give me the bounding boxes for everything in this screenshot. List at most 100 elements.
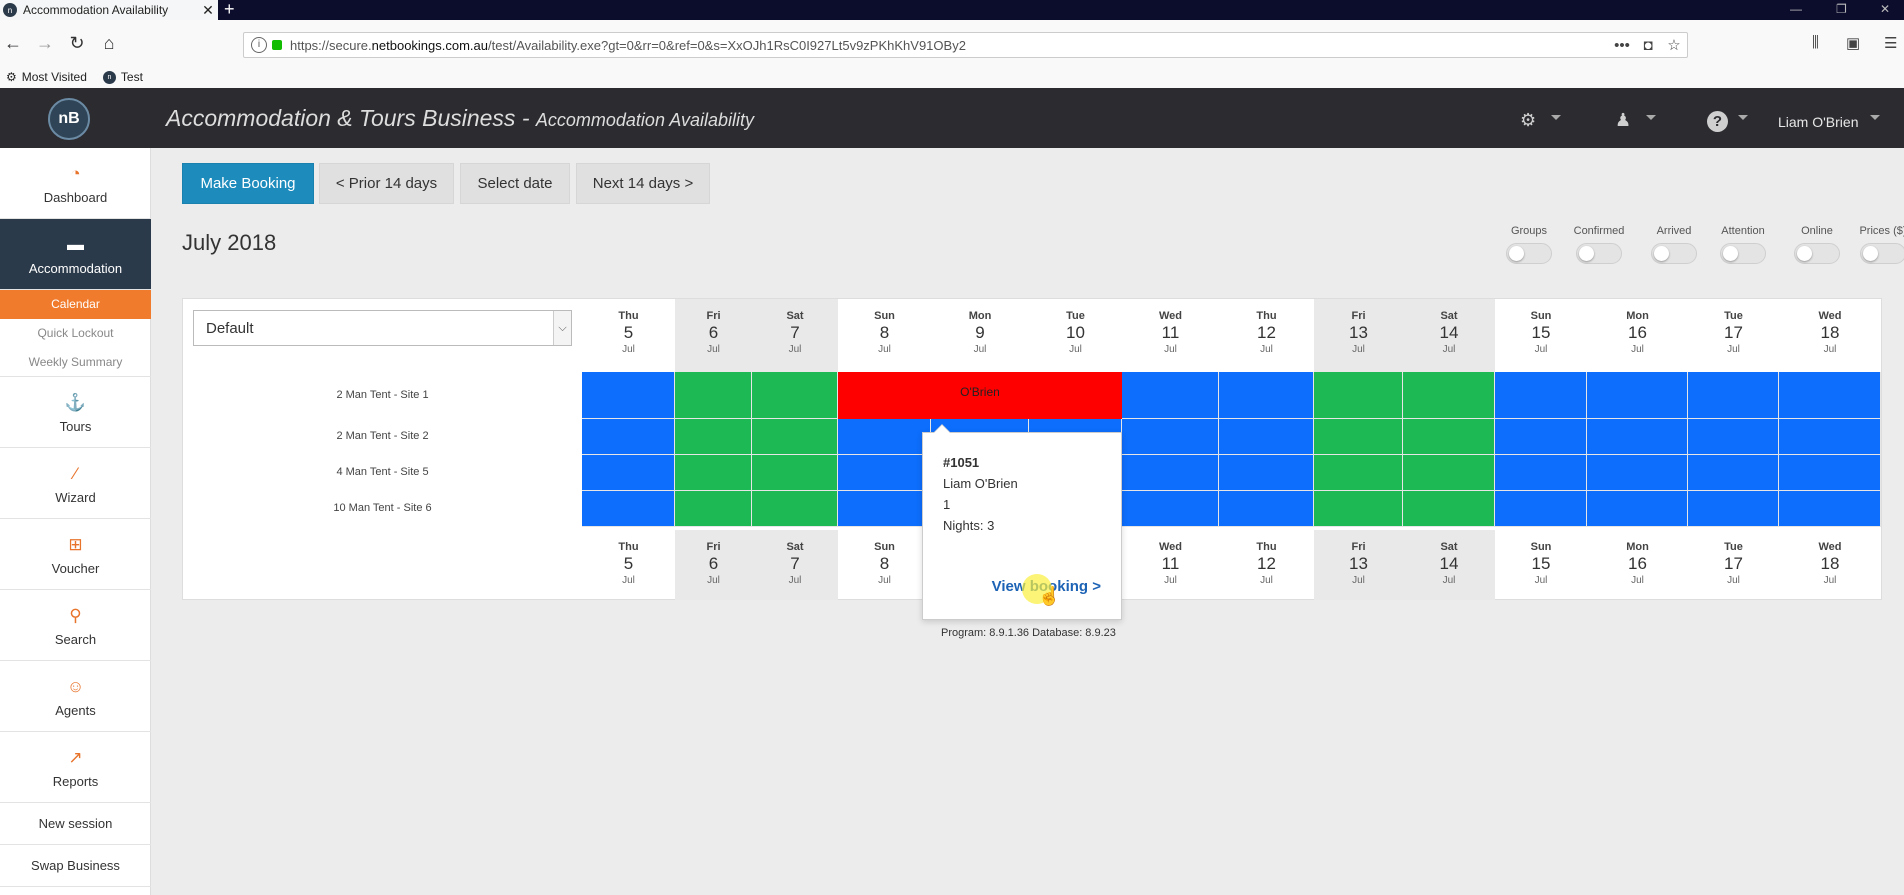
availability-cell[interactable]: [1587, 372, 1688, 419]
availability-cell[interactable]: [1122, 372, 1219, 419]
view-select[interactable]: Default ⌵: [193, 310, 572, 346]
availability-cell[interactable]: [582, 491, 675, 527]
availability-cell[interactable]: [752, 372, 838, 419]
availability-cell[interactable]: [1219, 372, 1314, 419]
bookmark-most-visited[interactable]: ⚙ Most Visited: [6, 70, 87, 84]
sidebar-item-agents[interactable]: ☺ Agents: [0, 661, 151, 732]
filter-toggle[interactable]: [1860, 243, 1904, 264]
availability-cell[interactable]: [1688, 419, 1779, 455]
availability-cell[interactable]: [1779, 372, 1881, 419]
availability-cell[interactable]: [1587, 419, 1688, 455]
help-caret-icon[interactable]: [1738, 115, 1748, 120]
home-icon[interactable]: ⌂: [96, 30, 122, 56]
minimize-icon[interactable]: —: [1790, 0, 1802, 20]
availability-cell[interactable]: [1403, 491, 1495, 527]
availability-cell[interactable]: [752, 491, 838, 527]
filter-toggle[interactable]: [1720, 243, 1766, 264]
availability-cell[interactable]: [838, 491, 931, 527]
availability-cell[interactable]: [1403, 372, 1495, 419]
url-bar[interactable]: i https://secure.netbookings.com.au/test…: [243, 32, 1688, 58]
settings-caret-icon[interactable]: [1551, 115, 1561, 120]
reload-icon[interactable]: ↻: [64, 30, 90, 56]
availability-cell[interactable]: [1688, 372, 1779, 419]
availability-cell[interactable]: [1495, 419, 1587, 455]
availability-cell[interactable]: [582, 372, 675, 419]
sidebar-subitem-weekly-summary[interactable]: Weekly Summary: [0, 348, 151, 377]
availability-cell[interactable]: [1688, 491, 1779, 527]
availability-cell[interactable]: [1219, 455, 1314, 491]
sidebar-item-search[interactable]: ⚲ Search: [0, 590, 151, 661]
sidebar-item-dashboard[interactable]: ◔ Dashboard: [0, 148, 151, 219]
availability-cell[interactable]: [1314, 491, 1403, 527]
availability-cell[interactable]: [1779, 491, 1881, 527]
availability-cell[interactable]: [675, 372, 752, 419]
availability-cell[interactable]: [752, 419, 838, 455]
filter-toggle[interactable]: [1506, 243, 1552, 264]
bookmark-test[interactable]: n Test: [102, 70, 143, 84]
sidebar-toggle-icon[interactable]: ▣: [1846, 34, 1860, 52]
settings-gear-icon[interactable]: ⚙: [1520, 110, 1536, 131]
availability-cell[interactable]: [675, 419, 752, 455]
filter-toggle[interactable]: [1576, 243, 1622, 264]
close-window-icon[interactable]: ✕: [1880, 0, 1890, 20]
availability-cell[interactable]: [1403, 419, 1495, 455]
chevron-down-icon[interactable]: ⌵: [553, 311, 571, 345]
sidebar-item-voucher[interactable]: ⊞ Voucher: [0, 519, 151, 590]
help-icon[interactable]: ?: [1707, 111, 1728, 132]
availability-cell[interactable]: [1495, 455, 1587, 491]
availability-cell[interactable]: [1587, 491, 1688, 527]
menu-icon[interactable]: ☰: [1884, 34, 1897, 52]
availability-cell[interactable]: [752, 455, 838, 491]
filter-toggle[interactable]: [1794, 243, 1840, 264]
restore-icon[interactable]: ❐: [1836, 0, 1847, 20]
availability-cell[interactable]: [675, 491, 752, 527]
page-actions-icon[interactable]: •••: [1609, 37, 1635, 54]
availability-cell[interactable]: [1779, 455, 1881, 491]
availability-cell[interactable]: [1219, 491, 1314, 527]
back-icon[interactable]: ←: [0, 30, 26, 56]
pocket-icon[interactable]: ◘: [1635, 37, 1661, 54]
availability-cell[interactable]: [1587, 455, 1688, 491]
sidebar-item-reports[interactable]: ↗ Reports: [0, 732, 151, 803]
booking-bar[interactable]: O'Brien: [838, 372, 1122, 419]
sidebar-new-session[interactable]: New session: [0, 803, 151, 845]
availability-cell[interactable]: [1314, 372, 1403, 419]
ninja-caret-icon[interactable]: [1646, 115, 1656, 120]
prior-14-days-button[interactable]: < Prior 14 days: [319, 163, 454, 204]
make-booking-button[interactable]: Make Booking: [182, 163, 314, 204]
library-icon[interactable]: ⫼: [1812, 34, 1819, 51]
availability-cell[interactable]: [1495, 491, 1587, 527]
sidebar-item-tours[interactable]: ⚓ Tours: [0, 377, 151, 448]
availability-cell[interactable]: [582, 455, 675, 491]
app-logo[interactable]: nB: [48, 98, 90, 140]
sidebar-item-wizard[interactable]: ⁄ Wizard: [0, 448, 151, 519]
ninja-user-icon[interactable]: ♟: [1615, 110, 1631, 131]
availability-cell[interactable]: [1314, 419, 1403, 455]
new-tab-icon[interactable]: +: [224, 0, 235, 18]
site-info-icon[interactable]: i: [251, 37, 267, 53]
user-caret-icon[interactable]: [1870, 115, 1880, 120]
next-14-days-button[interactable]: Next 14 days >: [576, 163, 710, 204]
sidebar-subitem-quick-lockout[interactable]: Quick Lockout: [0, 319, 151, 348]
availability-cell[interactable]: [675, 455, 752, 491]
sidebar-subitem-calendar[interactable]: Calendar: [0, 290, 151, 319]
availability-cell[interactable]: [1495, 372, 1587, 419]
availability-cell[interactable]: [1779, 419, 1881, 455]
availability-cell[interactable]: [838, 455, 931, 491]
browser-tab[interactable]: n Accommodation Availability ✕: [0, 0, 218, 20]
filter-toggle[interactable]: [1651, 243, 1697, 264]
user-name[interactable]: Liam O'Brien: [1778, 114, 1858, 130]
availability-cell[interactable]: [1688, 455, 1779, 491]
availability-cell[interactable]: [1122, 455, 1219, 491]
availability-cell[interactable]: [838, 419, 931, 455]
availability-cell[interactable]: [1122, 491, 1219, 527]
url-text[interactable]: https://secure.netbookings.com.au/test/A…: [290, 38, 1609, 53]
availability-cell[interactable]: [1122, 419, 1219, 455]
bookmark-star-icon[interactable]: ☆: [1661, 36, 1687, 54]
forward-icon[interactable]: →: [32, 30, 58, 56]
availability-cell[interactable]: [1314, 455, 1403, 491]
availability-cell[interactable]: [1219, 419, 1314, 455]
sidebar-swap-business[interactable]: Swap Business: [0, 845, 151, 887]
sidebar-item-accommodation[interactable]: ▬ Accommodation: [0, 219, 151, 290]
availability-cell[interactable]: [1403, 455, 1495, 491]
